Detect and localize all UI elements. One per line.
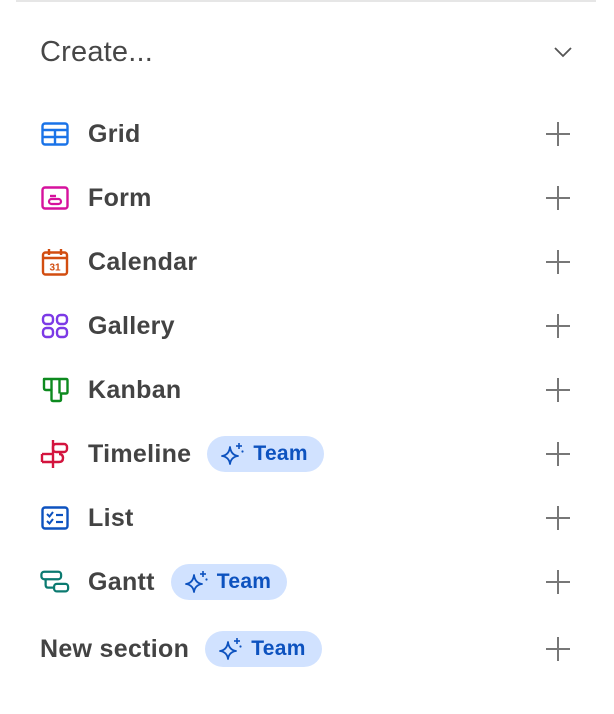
item-label: Gallery (88, 311, 175, 340)
create-list: Grid Form 31 Calendar Gallery Kanban Tim… (40, 102, 574, 684)
create-form-item[interactable]: Form (40, 166, 574, 230)
plus-icon[interactable] (544, 440, 572, 468)
team-badge[interactable]: Team (205, 631, 322, 667)
item-label: Form (88, 183, 152, 212)
sparkle-icon (221, 443, 244, 465)
create-header[interactable]: Create... (40, 30, 574, 74)
team-badge[interactable]: Team (170, 564, 288, 600)
svg-text:31: 31 (49, 263, 61, 274)
calendar-icon: 31 (40, 247, 70, 277)
plus-icon[interactable] (544, 248, 572, 276)
plus-icon[interactable] (544, 312, 572, 340)
item-label: List (88, 503, 134, 532)
item-label: Kanban (88, 375, 182, 404)
create-calendar-item[interactable]: 31 Calendar (40, 230, 574, 294)
item-label: Gantt (88, 567, 155, 596)
item-label: New section (40, 634, 190, 663)
create-kanban-item[interactable]: Kanban (40, 358, 574, 422)
create-timeline-item[interactable]: Timeline Team (40, 422, 574, 486)
list-icon (40, 503, 70, 533)
form-icon (40, 183, 70, 213)
plus-icon[interactable] (544, 635, 572, 663)
kanban-icon (40, 375, 70, 405)
plus-icon[interactable] (544, 568, 572, 596)
create-gantt-item[interactable]: Gantt Team (40, 550, 574, 614)
plus-icon[interactable] (544, 184, 572, 212)
gallery-icon (40, 311, 70, 341)
badge-text: Team (216, 570, 272, 593)
top-divider (16, 0, 596, 2)
timeline-icon (40, 439, 70, 469)
badge-text: Team (251, 637, 306, 660)
create-new-section-item[interactable]: New section Team (40, 614, 574, 684)
grid-icon (40, 119, 70, 149)
create-gallery-item[interactable]: Gallery (40, 294, 574, 358)
plus-icon[interactable] (544, 120, 572, 148)
gantt-icon (40, 567, 70, 597)
plus-icon[interactable] (544, 376, 572, 404)
create-grid-item[interactable]: Grid (40, 102, 574, 166)
plus-icon[interactable] (544, 504, 572, 532)
badge-text: Team (253, 442, 308, 465)
sparkle-icon (184, 571, 208, 593)
create-list-item[interactable]: List (40, 486, 574, 550)
chevron-down-icon[interactable] (552, 41, 574, 63)
item-label: Timeline (88, 439, 192, 468)
team-badge[interactable]: Team (207, 436, 324, 472)
item-label: Calendar (88, 247, 198, 276)
sparkle-icon (219, 638, 242, 660)
create-title: Create... (40, 35, 154, 68)
item-label: Grid (88, 119, 141, 148)
